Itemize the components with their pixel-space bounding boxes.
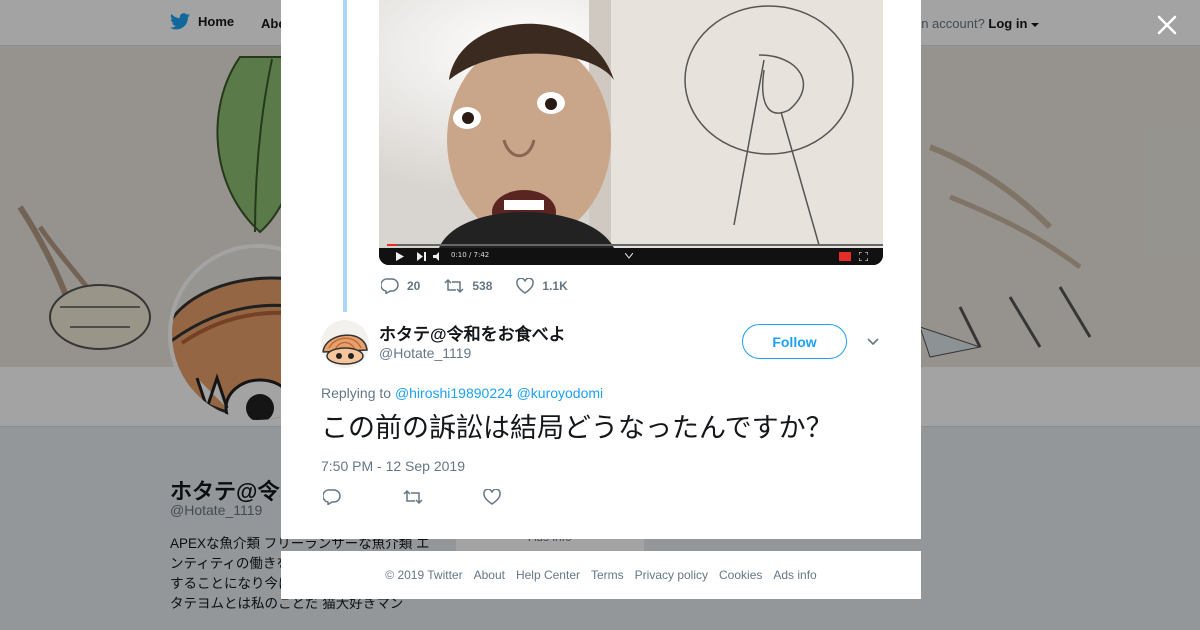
reply-icon: [322, 489, 341, 506]
author-avatar[interactable]: [321, 320, 369, 368]
reply-icon: [381, 278, 399, 294]
tweet-timestamp[interactable]: 7:50 PM - 12 Sep 2019: [321, 458, 465, 474]
footer-link-about[interactable]: About: [474, 568, 505, 582]
video-progress-track[interactable]: [387, 244, 883, 246]
like-button[interactable]: [483, 488, 563, 510]
video-controls[interactable]: 0:10 / 7:42: [379, 244, 883, 265]
reply-to-link-2[interactable]: @kuroyodomi: [517, 385, 604, 401]
previous-retweet-count: 538: [472, 279, 493, 293]
previous-reply-count: 20: [407, 279, 421, 293]
author-handle[interactable]: @Hotate_1119: [379, 345, 471, 361]
like-icon: [516, 278, 535, 294]
previous-tweet-actions: 20 538 1.1K: [381, 278, 592, 294]
cast-icon[interactable]: [839, 252, 851, 261]
video-frame: [379, 0, 883, 248]
footer-link-terms[interactable]: Terms: [591, 568, 624, 582]
footer-link-ads-info[interactable]: Ads info: [773, 568, 816, 582]
footer-copyright: © 2019 Twitter: [385, 568, 463, 582]
tweet-text: この前の訴訟は結局どうなったんですか？: [321, 413, 833, 443]
previous-like-action[interactable]: 1.1K: [516, 278, 568, 294]
footer-link-help-center[interactable]: Help Center: [516, 568, 580, 582]
previous-retweet-action[interactable]: 538: [444, 278, 492, 294]
close-icon: [1157, 15, 1177, 35]
tweet-more-menu[interactable]: [864, 332, 882, 350]
chevron-down-icon: [867, 338, 879, 346]
tweet-actions: [322, 488, 563, 510]
previous-like-count: 1.1K: [542, 279, 568, 293]
reply-to-link-1[interactable]: @hiroshi19890224: [395, 385, 513, 401]
author-name[interactable]: ホタテ@令和をお食べよ: [379, 320, 566, 345]
fullscreen-icon[interactable]: [859, 252, 868, 261]
retweet-icon: [444, 278, 464, 294]
embedded-video[interactable]: 0:10 / 7:42: [379, 0, 883, 265]
close-button[interactable]: [1152, 10, 1182, 40]
footer-link-privacy[interactable]: Privacy policy: [635, 568, 708, 582]
tweet-permalink-modal: 0:10 / 7:42 20 538 1.1K ホタテ@令和をお食べよ @Hot…: [281, 0, 921, 539]
next-icon[interactable]: [417, 252, 426, 261]
retweet-button[interactable]: [403, 489, 483, 510]
replying-to-line: Replying to @hiroshi19890224 @kuroyodomi: [321, 385, 603, 401]
thread-connector-line: [343, 0, 347, 312]
chevron-down-icon[interactable]: [625, 253, 633, 259]
modal-footer: © 2019 Twitter About Help Center Terms P…: [281, 551, 921, 599]
volume-icon[interactable]: [433, 252, 443, 261]
play-icon[interactable]: [395, 252, 404, 261]
video-time: 0:10 / 7:42: [451, 251, 490, 259]
follow-button[interactable]: Follow: [742, 324, 847, 359]
reply-button[interactable]: [322, 489, 403, 510]
video-progress-fill: [387, 244, 397, 246]
like-icon: [483, 488, 501, 505]
retweet-icon: [403, 489, 423, 505]
replying-prefix: Replying to: [321, 385, 392, 401]
previous-reply-action[interactable]: 20: [381, 278, 420, 294]
footer-link-cookies[interactable]: Cookies: [719, 568, 762, 582]
